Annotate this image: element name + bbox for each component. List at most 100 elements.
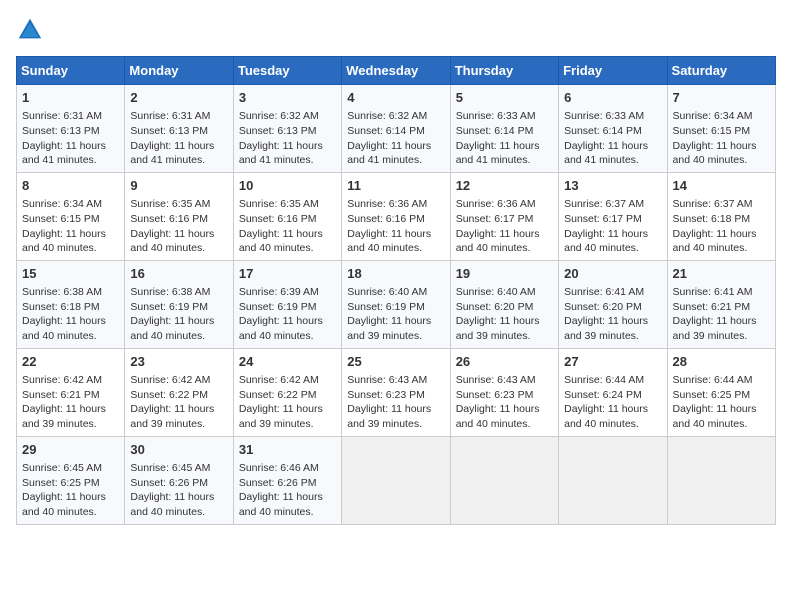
sunrise-label: Sunrise: 6:42 AM [22, 374, 102, 386]
calendar-cell: 22 Sunrise: 6:42 AM Sunset: 6:21 PM Dayl… [17, 348, 125, 436]
sunrise-label: Sunrise: 6:43 AM [456, 374, 536, 386]
sunrise-label: Sunrise: 6:31 AM [22, 110, 102, 122]
day-number: 20 [564, 265, 661, 283]
daylight-label: Daylight: 11 hours and 41 minutes. [239, 140, 323, 167]
calendar-cell [342, 436, 450, 524]
sunrise-label: Sunrise: 6:41 AM [673, 286, 753, 298]
day-number: 18 [347, 265, 444, 283]
day-number: 26 [456, 353, 553, 371]
sunrise-label: Sunrise: 6:42 AM [130, 374, 210, 386]
calendar-cell: 3 Sunrise: 6:32 AM Sunset: 6:13 PM Dayli… [233, 85, 341, 173]
calendar-cell [450, 436, 558, 524]
day-number: 21 [673, 265, 770, 283]
day-number: 13 [564, 177, 661, 195]
calendar-cell: 29 Sunrise: 6:45 AM Sunset: 6:25 PM Dayl… [17, 436, 125, 524]
calendar-cell: 17 Sunrise: 6:39 AM Sunset: 6:19 PM Dayl… [233, 260, 341, 348]
daylight-label: Daylight: 11 hours and 40 minutes. [564, 228, 648, 255]
day-number: 27 [564, 353, 661, 371]
calendar-cell: 28 Sunrise: 6:44 AM Sunset: 6:25 PM Dayl… [667, 348, 775, 436]
day-number: 19 [456, 265, 553, 283]
sunrise-label: Sunrise: 6:36 AM [456, 198, 536, 210]
calendar-cell: 10 Sunrise: 6:35 AM Sunset: 6:16 PM Dayl… [233, 172, 341, 260]
daylight-label: Daylight: 11 hours and 39 minutes. [456, 315, 540, 342]
calendar-header: SundayMondayTuesdayWednesdayThursdayFrid… [17, 57, 776, 85]
day-of-week-header: Tuesday [233, 57, 341, 85]
sunset-label: Sunset: 6:22 PM [239, 389, 317, 401]
calendar-cell: 8 Sunrise: 6:34 AM Sunset: 6:15 PM Dayli… [17, 172, 125, 260]
calendar-cell: 16 Sunrise: 6:38 AM Sunset: 6:19 PM Dayl… [125, 260, 233, 348]
calendar-cell: 4 Sunrise: 6:32 AM Sunset: 6:14 PM Dayli… [342, 85, 450, 173]
daylight-label: Daylight: 11 hours and 40 minutes. [673, 140, 757, 167]
calendar-cell: 15 Sunrise: 6:38 AM Sunset: 6:18 PM Dayl… [17, 260, 125, 348]
calendar-cell: 13 Sunrise: 6:37 AM Sunset: 6:17 PM Dayl… [559, 172, 667, 260]
calendar-cell [667, 436, 775, 524]
calendar-week-row: 15 Sunrise: 6:38 AM Sunset: 6:18 PM Dayl… [17, 260, 776, 348]
calendar-cell [559, 436, 667, 524]
daylight-label: Daylight: 11 hours and 40 minutes. [347, 228, 431, 255]
logo [16, 16, 48, 44]
day-number: 24 [239, 353, 336, 371]
day-number: 28 [673, 353, 770, 371]
calendar-week-row: 1 Sunrise: 6:31 AM Sunset: 6:13 PM Dayli… [17, 85, 776, 173]
daylight-label: Daylight: 11 hours and 40 minutes. [673, 403, 757, 430]
sunset-label: Sunset: 6:13 PM [22, 125, 100, 137]
calendar-cell: 21 Sunrise: 6:41 AM Sunset: 6:21 PM Dayl… [667, 260, 775, 348]
day-number: 16 [130, 265, 227, 283]
daylight-label: Daylight: 11 hours and 40 minutes. [130, 315, 214, 342]
sunset-label: Sunset: 6:19 PM [130, 301, 208, 313]
sunset-label: Sunset: 6:13 PM [239, 125, 317, 137]
daylight-label: Daylight: 11 hours and 40 minutes. [239, 228, 323, 255]
sunrise-label: Sunrise: 6:34 AM [673, 110, 753, 122]
day-number: 29 [22, 441, 119, 459]
daylight-label: Daylight: 11 hours and 40 minutes. [456, 228, 540, 255]
calendar-cell: 31 Sunrise: 6:46 AM Sunset: 6:26 PM Dayl… [233, 436, 341, 524]
sunrise-label: Sunrise: 6:42 AM [239, 374, 319, 386]
daylight-label: Daylight: 11 hours and 40 minutes. [239, 315, 323, 342]
sunset-label: Sunset: 6:20 PM [564, 301, 642, 313]
daylight-label: Daylight: 11 hours and 40 minutes. [130, 228, 214, 255]
sunset-label: Sunset: 6:23 PM [456, 389, 534, 401]
logo-icon [16, 16, 44, 44]
calendar-cell: 23 Sunrise: 6:42 AM Sunset: 6:22 PM Dayl… [125, 348, 233, 436]
day-number: 6 [564, 89, 661, 107]
daylight-label: Daylight: 11 hours and 40 minutes. [130, 491, 214, 518]
day-number: 10 [239, 177, 336, 195]
daylight-label: Daylight: 11 hours and 40 minutes. [456, 403, 540, 430]
sunrise-label: Sunrise: 6:44 AM [564, 374, 644, 386]
sunrise-label: Sunrise: 6:40 AM [347, 286, 427, 298]
sunset-label: Sunset: 6:14 PM [456, 125, 534, 137]
calendar-table: SundayMondayTuesdayWednesdayThursdayFrid… [16, 56, 776, 525]
calendar-cell: 9 Sunrise: 6:35 AM Sunset: 6:16 PM Dayli… [125, 172, 233, 260]
day-number: 22 [22, 353, 119, 371]
sunset-label: Sunset: 6:21 PM [22, 389, 100, 401]
calendar-week-row: 8 Sunrise: 6:34 AM Sunset: 6:15 PM Dayli… [17, 172, 776, 260]
calendar-cell: 30 Sunrise: 6:45 AM Sunset: 6:26 PM Dayl… [125, 436, 233, 524]
calendar-cell: 24 Sunrise: 6:42 AM Sunset: 6:22 PM Dayl… [233, 348, 341, 436]
day-of-week-header: Friday [559, 57, 667, 85]
calendar-cell: 1 Sunrise: 6:31 AM Sunset: 6:13 PM Dayli… [17, 85, 125, 173]
day-number: 7 [673, 89, 770, 107]
sunset-label: Sunset: 6:16 PM [239, 213, 317, 225]
calendar-cell: 11 Sunrise: 6:36 AM Sunset: 6:16 PM Dayl… [342, 172, 450, 260]
sunrise-label: Sunrise: 6:43 AM [347, 374, 427, 386]
calendar-week-row: 29 Sunrise: 6:45 AM Sunset: 6:25 PM Dayl… [17, 436, 776, 524]
sunrise-label: Sunrise: 6:35 AM [239, 198, 319, 210]
sunset-label: Sunset: 6:24 PM [564, 389, 642, 401]
sunset-label: Sunset: 6:17 PM [564, 213, 642, 225]
sunrise-label: Sunrise: 6:45 AM [130, 462, 210, 474]
sunset-label: Sunset: 6:18 PM [22, 301, 100, 313]
day-header-row: SundayMondayTuesdayWednesdayThursdayFrid… [17, 57, 776, 85]
sunset-label: Sunset: 6:16 PM [347, 213, 425, 225]
page-header [16, 16, 776, 44]
daylight-label: Daylight: 11 hours and 41 minutes. [22, 140, 106, 167]
daylight-label: Daylight: 11 hours and 39 minutes. [347, 403, 431, 430]
calendar-cell: 12 Sunrise: 6:36 AM Sunset: 6:17 PM Dayl… [450, 172, 558, 260]
sunset-label: Sunset: 6:14 PM [347, 125, 425, 137]
day-number: 8 [22, 177, 119, 195]
sunrise-label: Sunrise: 6:31 AM [130, 110, 210, 122]
day-of-week-header: Thursday [450, 57, 558, 85]
sunset-label: Sunset: 6:22 PM [130, 389, 208, 401]
sunset-label: Sunset: 6:21 PM [673, 301, 751, 313]
day-of-week-header: Monday [125, 57, 233, 85]
daylight-label: Daylight: 11 hours and 40 minutes. [673, 228, 757, 255]
